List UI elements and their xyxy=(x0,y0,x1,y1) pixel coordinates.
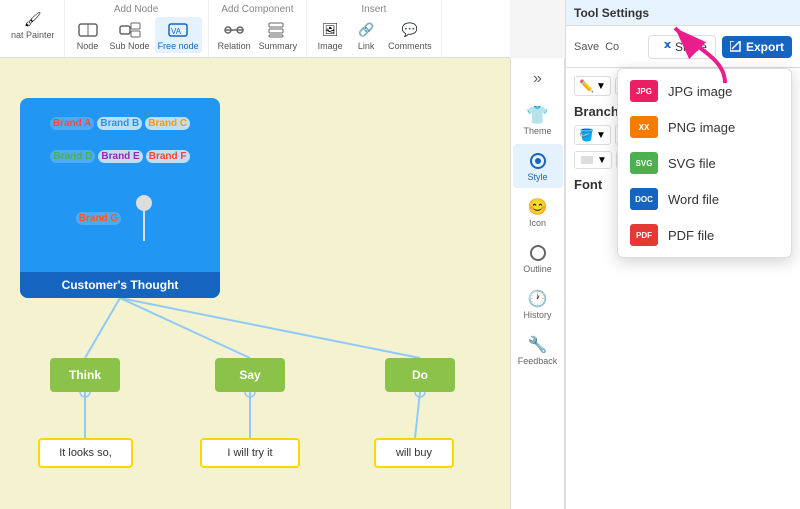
outline-icon-item[interactable]: Outline xyxy=(513,236,563,280)
toolbar-group-addnode: Add Node Node Sub Node VA Free node xyxy=(65,0,209,57)
summary-btn[interactable]: Summary xyxy=(256,17,301,53)
node-btn[interactable]: Node xyxy=(71,17,105,53)
icon-icon-item[interactable]: 😊 Icon xyxy=(513,190,563,234)
think-node[interactable]: Think xyxy=(50,358,120,392)
export-dropdown: JPG JPG image XX PNG image SVG SVG file … xyxy=(617,68,792,258)
co-label: Co xyxy=(605,41,619,53)
arrow-indicator xyxy=(665,18,745,91)
toolbar-group-component: Add Component Relation Summary xyxy=(209,0,308,57)
image-btn[interactable]: 🖼 Image xyxy=(313,17,347,53)
canvas: Brand A Brand B Brand C Brand D Brand E … xyxy=(0,58,510,509)
export-svg-item[interactable]: SVG SVG file xyxy=(618,145,791,181)
subnode-btn[interactable]: Sub Node xyxy=(107,17,153,53)
comments-btn[interactable]: 💬 Comments xyxy=(385,17,435,53)
toolbar: 🖌 nat Painter Add Node Node Sub Node xyxy=(0,0,510,58)
pencil-btn[interactable]: ✏️ ▼ xyxy=(574,76,611,96)
history-icon-item[interactable]: 🕐 History xyxy=(513,282,563,326)
freenode-btn[interactable]: VA Free node xyxy=(155,17,202,53)
main-node-title: Customer's Thought xyxy=(20,272,220,298)
do-subnode[interactable]: will buy xyxy=(374,438,454,468)
relation-btn[interactable]: Relation xyxy=(215,17,254,53)
painter-btn[interactable]: 🖌 nat Painter xyxy=(8,6,58,42)
save-label: Save xyxy=(574,41,599,53)
do-node[interactable]: Do xyxy=(385,358,455,392)
link-btn[interactable]: 🔗 Link xyxy=(349,17,383,53)
say-subnode[interactable]: I will try it xyxy=(200,438,300,468)
export-word-item[interactable]: DOC Word file xyxy=(618,181,791,217)
style-icon-item[interactable]: Style xyxy=(513,144,563,188)
theme-icon-item[interactable]: 👕 Theme xyxy=(513,98,563,142)
main-node[interactable]: Brand A Brand B Brand C Brand D Brand E … xyxy=(20,98,220,298)
say-node[interactable]: Say xyxy=(215,358,285,392)
feedback-icon-item[interactable]: 🔧 Feedback xyxy=(513,328,563,372)
toolbar-group-painter: 🖌 nat Painter xyxy=(2,0,65,57)
think-subnode[interactable]: It looks so, xyxy=(38,438,133,468)
svg-text:VA: VA xyxy=(171,27,182,36)
fill-color-btn[interactable]: 🪣 ▼ xyxy=(574,125,611,145)
export-pdf-item[interactable]: PDF PDF file xyxy=(618,217,791,253)
fill-pattern-btn[interactable]: ▼ xyxy=(574,151,612,169)
chevron-icon[interactable]: » xyxy=(529,62,546,96)
side-icons-panel: » 👕 Theme Style 😊 Icon Outline 🕐 History… xyxy=(510,58,565,509)
toolbar-group-insert: Insert 🖼 Image 🔗 Link 💬 Comments xyxy=(307,0,442,57)
export-png-item[interactable]: XX PNG image xyxy=(618,109,791,145)
